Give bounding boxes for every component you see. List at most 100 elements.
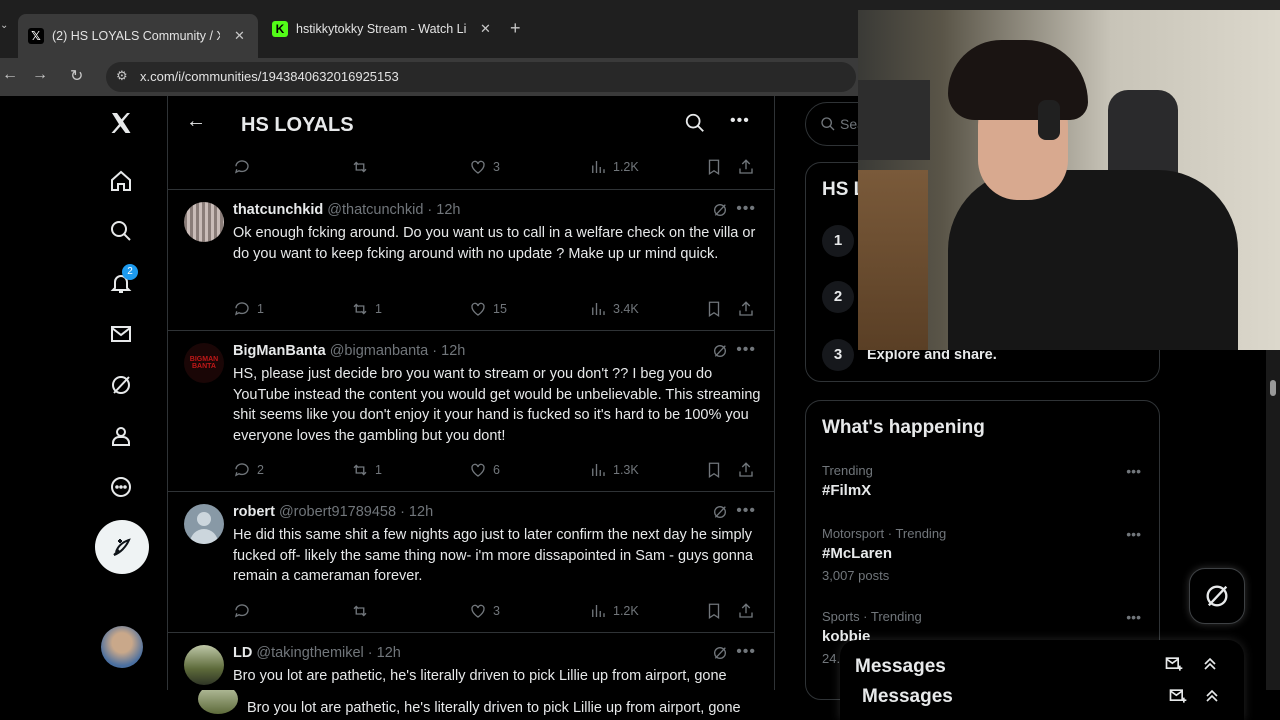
avatar[interactable]: BIGMAN BANTA bbox=[184, 343, 224, 383]
more-options-icon[interactable]: ••• bbox=[1126, 463, 1141, 479]
person-hair-shape bbox=[948, 40, 1088, 120]
share-button[interactable] bbox=[737, 461, 761, 479]
author-name[interactable]: thatcunchkid bbox=[233, 202, 323, 218]
search-icon[interactable] bbox=[684, 112, 706, 134]
tab-hs-loyals[interactable]: 𝕏 (2) HS LOYALS Community / X ✕ bbox=[18, 14, 258, 58]
more-options-icon[interactable]: ••• bbox=[736, 341, 756, 359]
webcam-overlay bbox=[858, 10, 1280, 350]
post-item[interactable]: BIGMAN BANTA BigManBanta @bigmanbanta · 1… bbox=[168, 331, 774, 492]
post-item[interactable]: LD @takingthemikel · 12h ••• Bro you lot… bbox=[168, 633, 774, 690]
page-scrollbar[interactable] bbox=[1266, 350, 1280, 690]
trend-title: #McLaren bbox=[822, 545, 893, 562]
forward-arrow-icon[interactable]: → bbox=[32, 66, 48, 84]
site-settings-icon[interactable]: ⚙ bbox=[116, 68, 128, 84]
post-item[interactable]: robert @robert91789458 · 12h ••• He did … bbox=[168, 492, 774, 633]
retweet-icon bbox=[353, 161, 367, 173]
person-body-shape bbox=[948, 170, 1238, 350]
views-button[interactable]: 1.3K bbox=[589, 461, 639, 479]
retweet-button[interactable] bbox=[351, 158, 375, 176]
views-button[interactable]: 1.2K bbox=[589, 158, 639, 176]
back-arrow-icon[interactable]: ← bbox=[186, 110, 206, 133]
share-icon bbox=[739, 603, 753, 618]
retweet-icon bbox=[353, 303, 367, 315]
tab-list-chevron-icon[interactable]: ⌄ bbox=[0, 20, 10, 31]
tab-title: (2) HS LOYALS Community / X bbox=[52, 29, 220, 43]
tab-kick-stream[interactable]: K hstikkytokky Stream - Watch Li ✕ bbox=[262, 14, 496, 44]
like-button[interactable]: 15 bbox=[469, 300, 507, 318]
more-options-icon[interactable]: ••• bbox=[736, 502, 756, 520]
analytics-bars-icon bbox=[592, 161, 605, 173]
avatar[interactable] bbox=[184, 645, 224, 685]
profile-person-icon[interactable] bbox=[106, 421, 136, 451]
reply-icon bbox=[234, 302, 249, 316]
bookmark-button[interactable] bbox=[705, 300, 729, 318]
grok-icon[interactable] bbox=[712, 645, 728, 661]
more-options-icon[interactable]: ••• bbox=[736, 200, 756, 218]
new-tab-icon[interactable]: + bbox=[510, 18, 521, 39]
explore-search-icon[interactable] bbox=[106, 216, 136, 246]
share-icon bbox=[739, 301, 753, 316]
views-button[interactable]: 1.2K bbox=[589, 602, 639, 620]
close-tab-icon[interactable]: ✕ bbox=[234, 28, 245, 44]
more-options-icon[interactable]: ••• bbox=[736, 643, 756, 661]
bookmark-button[interactable] bbox=[705, 602, 729, 620]
author-handle-time[interactable]: @bigmanbanta · 12h bbox=[330, 343, 466, 359]
reply-button[interactable]: 1 bbox=[233, 300, 264, 318]
retweet-button[interactable]: 1 bbox=[351, 300, 382, 318]
scrollbar-thumb[interactable] bbox=[1270, 380, 1276, 396]
messages-drawer[interactable]: Messages Messages bbox=[840, 640, 1244, 720]
grok-icon[interactable] bbox=[712, 343, 728, 359]
more-options-icon[interactable]: ••• bbox=[1126, 526, 1141, 542]
trend-item[interactable]: Motorsport · Trending #McLaren 3,007 pos… bbox=[822, 526, 1142, 583]
grok-floating-button[interactable] bbox=[1189, 568, 1245, 624]
more-options-icon[interactable]: ••• bbox=[730, 112, 750, 130]
default-avatar[interactable] bbox=[184, 504, 224, 544]
post-actions: 1 1 15 3.4K bbox=[233, 300, 753, 320]
avatar[interactable] bbox=[184, 202, 224, 242]
author-name[interactable]: robert bbox=[233, 504, 275, 520]
share-button[interactable] bbox=[737, 602, 761, 620]
more-circle-icon[interactable] bbox=[106, 472, 136, 502]
reload-icon[interactable]: ↻ bbox=[70, 66, 83, 86]
bookmark-button[interactable] bbox=[705, 158, 729, 176]
retweet-icon bbox=[353, 605, 367, 617]
notifications-bell-icon[interactable]: 2 bbox=[106, 264, 138, 298]
x-home-logo-icon[interactable] bbox=[106, 108, 136, 138]
trend-item[interactable]: Trending #FilmX bbox=[822, 463, 1142, 499]
more-options-icon[interactable]: ••• bbox=[1126, 609, 1141, 625]
like-button[interactable]: 3 bbox=[469, 158, 500, 176]
author-handle-time[interactable]: @robert91789458 · 12h bbox=[279, 504, 433, 520]
compose-post-button[interactable] bbox=[95, 520, 149, 574]
grok-icon[interactable] bbox=[712, 202, 728, 218]
new-message-icon[interactable] bbox=[1164, 654, 1184, 674]
post-item[interactable]: thatcunchkid @thatcunchkid · 12h ••• Ok … bbox=[168, 190, 774, 331]
home-icon[interactable] bbox=[106, 166, 136, 196]
retweet-button[interactable]: 1 bbox=[351, 461, 382, 479]
reply-button[interactable]: 2 bbox=[233, 461, 264, 479]
expand-chevrons-icon[interactable] bbox=[1200, 654, 1220, 674]
like-button[interactable]: 6 bbox=[469, 461, 500, 479]
views-button[interactable]: 3.4K bbox=[589, 300, 639, 318]
analytics-bars-icon bbox=[592, 303, 605, 315]
heart-icon bbox=[471, 160, 485, 174]
account-avatar[interactable] bbox=[101, 626, 143, 668]
url-field[interactable]: ⚙ x.com/i/communities/194384063201692515… bbox=[106, 62, 856, 92]
author-handle-time[interactable]: @takingthemikel · 12h bbox=[256, 645, 400, 661]
messages-envelope-icon[interactable] bbox=[106, 319, 136, 349]
author-name[interactable]: BigManBanta bbox=[233, 343, 326, 359]
reply-button[interactable] bbox=[233, 158, 257, 176]
author-name[interactable]: LD bbox=[233, 645, 252, 661]
post-header: LD @takingthemikel · 12h bbox=[233, 645, 401, 661]
share-button[interactable] bbox=[737, 300, 761, 318]
author-handle-time[interactable]: @thatcunchkid · 12h bbox=[327, 202, 460, 218]
like-button[interactable]: 3 bbox=[469, 602, 500, 620]
retweet-button[interactable] bbox=[351, 602, 375, 620]
bookmark-button[interactable] bbox=[705, 461, 729, 479]
share-button[interactable] bbox=[737, 158, 761, 176]
notification-badge: 2 bbox=[122, 264, 138, 280]
close-tab-icon[interactable]: ✕ bbox=[480, 21, 491, 37]
grok-icon[interactable] bbox=[712, 504, 728, 520]
reply-button[interactable] bbox=[233, 602, 257, 620]
back-arrow-icon[interactable]: ← bbox=[2, 66, 18, 84]
grok-icon[interactable] bbox=[106, 370, 136, 400]
